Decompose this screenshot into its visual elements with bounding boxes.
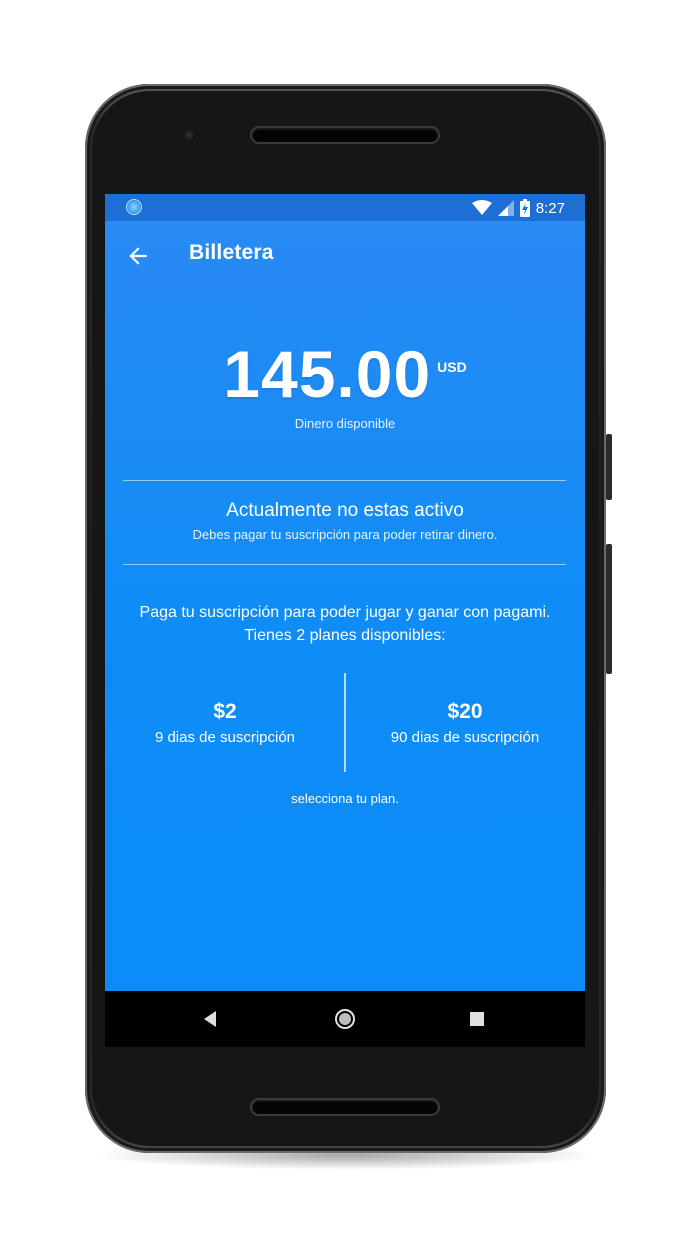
status-time: 8:27 xyxy=(535,199,565,217)
plan-option-2[interactable]: $2 9 dias de suscripción xyxy=(105,673,345,772)
power-button xyxy=(606,434,612,500)
status-icons: 8:27 xyxy=(471,198,565,218)
account-status-subtitle: Debes pagar tu suscripción para poder re… xyxy=(192,527,498,542)
status-bar: 8:27 xyxy=(105,194,585,221)
nav-home-button[interactable] xyxy=(305,991,385,1047)
plan-description: 90 dias de suscripción xyxy=(390,729,540,746)
account-status-title: Actualmente no estas activo xyxy=(226,500,464,521)
balance-label: Dinero disponible xyxy=(294,416,396,431)
bottom-speaker xyxy=(252,1100,438,1114)
nav-recents-button[interactable] xyxy=(437,991,517,1047)
subscription-promo-text: Paga tu suscripción para poder jugar y g… xyxy=(139,604,551,644)
divider xyxy=(123,564,566,565)
nav-back-icon xyxy=(204,1011,216,1027)
wifi-icon xyxy=(471,200,492,215)
app-bar: Billetera xyxy=(105,221,585,291)
page-title: Billetera xyxy=(189,241,274,264)
app-screen: 8:27 Billetera 145.00 USD Dinero disponi… xyxy=(105,194,585,1047)
signal-icon xyxy=(497,200,514,216)
balance-amount: 145.00 xyxy=(223,337,432,411)
nav-recents-icon xyxy=(470,1012,484,1026)
notification-icon xyxy=(127,200,141,214)
nav-back-button[interactable] xyxy=(170,991,250,1047)
plan-option-20[interactable]: $20 90 dias de suscripción xyxy=(345,673,585,772)
front-camera xyxy=(184,130,196,142)
device-mockup: 8:27 Billetera 145.00 USD Dinero disponi… xyxy=(0,0,691,1234)
nav-home-icon xyxy=(335,1009,355,1029)
system-nav-bar xyxy=(105,991,585,1047)
select-plan-hint: selecciona tu plan. xyxy=(291,791,399,806)
plan-price: $20 xyxy=(447,700,483,723)
plan-price: $2 xyxy=(213,700,237,723)
battery-icon xyxy=(519,199,530,217)
divider xyxy=(123,480,566,481)
top-speaker xyxy=(252,128,438,142)
balance-currency: USD xyxy=(437,359,467,375)
balance-display: 145.00 USD xyxy=(105,337,585,411)
back-arrow-icon[interactable] xyxy=(125,243,151,269)
volume-button xyxy=(606,544,612,674)
plan-description: 9 dias de suscripción xyxy=(154,729,296,746)
plans-selector: $2 9 dias de suscripción $20 90 dias de … xyxy=(105,673,585,772)
